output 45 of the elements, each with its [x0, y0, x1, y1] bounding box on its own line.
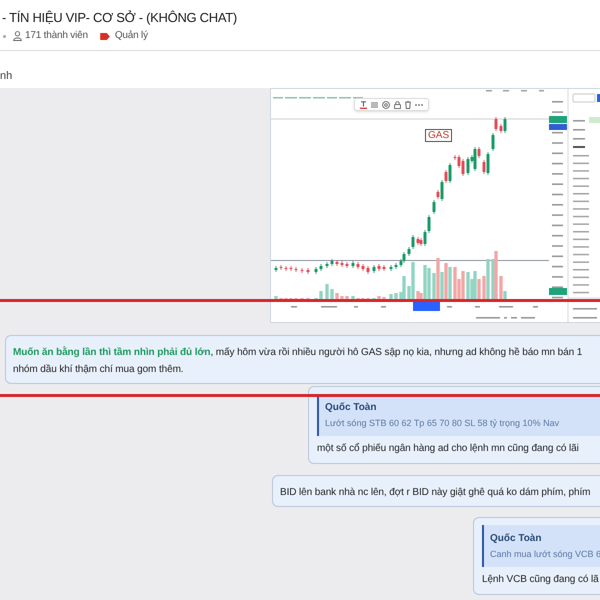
chart-screenshot[interactable]: GAS	[270, 88, 600, 323]
trash-icon[interactable]	[405, 100, 411, 108]
candle	[366, 266, 370, 274]
quote-author: Quốc Toàn	[325, 401, 376, 414]
candle	[284, 266, 288, 272]
candle	[320, 264, 322, 272]
message-text: BID lên bank nhà nc lên, đợt r BID này giật ghê quá ko dám phím, phím	[280, 486, 590, 500]
candle	[356, 262, 360, 270]
candle	[340, 260, 344, 268]
candle	[326, 262, 328, 268]
candle	[382, 264, 386, 272]
candle	[378, 264, 380, 272]
role-label: Quản lý	[114, 29, 148, 43]
candle	[306, 268, 310, 274]
person-icon	[13, 31, 22, 41]
candle	[372, 264, 376, 274]
candle	[336, 260, 338, 266]
candle	[290, 266, 292, 272]
candle	[300, 268, 304, 274]
candle	[294, 266, 298, 272]
tag-icon	[100, 32, 110, 40]
quote-author: Quốc Toàn	[490, 532, 542, 545]
candle	[346, 262, 348, 268]
candle	[314, 266, 318, 274]
member-count: 171 thành viên	[25, 29, 88, 43]
lock-icon[interactable]	[394, 100, 401, 108]
ticker-label: GAS	[425, 129, 452, 142]
candle	[362, 264, 364, 272]
lines-icon[interactable]	[371, 102, 378, 108]
candle	[390, 264, 392, 272]
quoted-message[interactable]: Quốc Toàn Lướt sóng STB 60 62 Tp 65 70 80 SL 58 tỷ trọng 10% Nav	[317, 394, 600, 436]
candle	[394, 262, 398, 270]
message-text: Muốn ăn bằng lần thì tầm nhìn phải đủ lớn, mấy hôm vừa rồi nhiều người hô GAS sập nọ kia, nhưng ad không hề báo mn bán 1 nhóm dầu khí thậm chí mua gom thêm.	[13, 345, 582, 377]
candle	[352, 260, 354, 268]
candle	[330, 258, 334, 266]
section-label: nh	[0, 70, 12, 83]
date-tag	[413, 302, 440, 311]
text-color-icon[interactable]	[360, 100, 367, 108]
group-title: - TÍN HIỆU VIP- CƠ SỞ - (KHÔNG CHAT)	[2, 10, 237, 26]
candle	[280, 264, 282, 270]
quote-text: Lướt sóng STB 60 62 Tp 65 70 80 SL 58 tỷ trọng 10% Nav	[325, 417, 560, 430]
ring-icon[interactable]	[382, 100, 390, 108]
message-text: Lệnh VCB cũng đang có lã	[482, 573, 599, 587]
candle	[274, 266, 278, 272]
message-text: một số cổ phiếu ngân hàng ad cho lệnh mn cũng đang có lãi	[317, 442, 579, 456]
